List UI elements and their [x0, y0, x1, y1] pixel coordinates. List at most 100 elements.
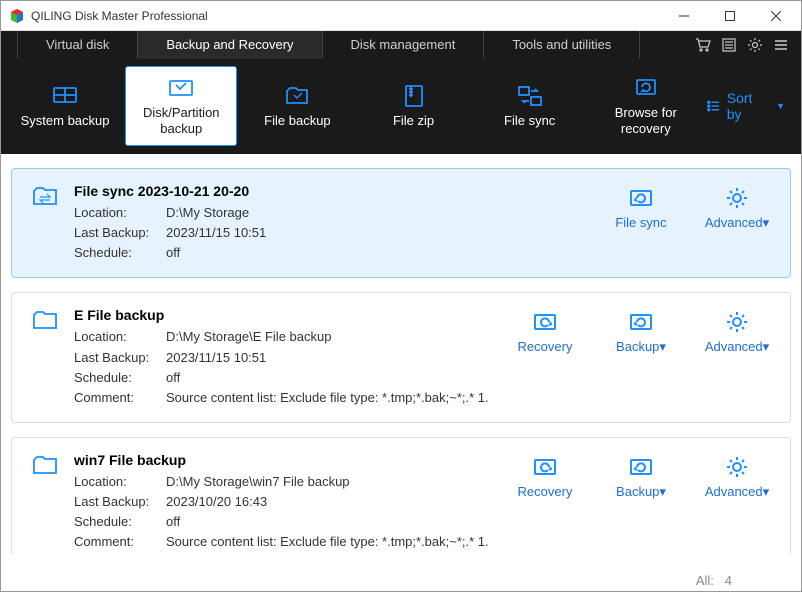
- file-backup-icon: [284, 83, 310, 109]
- task-actions: Recovery Backup▾ Advanced▾: [510, 452, 772, 553]
- action-label: Advanced▾: [705, 484, 769, 500]
- action-label: Recovery: [518, 339, 573, 354]
- task-body: E File backup Location:D:\My Storage\E F…: [74, 307, 494, 408]
- advanced-action[interactable]: Advanced▾: [702, 454, 772, 500]
- app-logo-icon: [9, 8, 25, 24]
- gear-icon: [724, 454, 750, 480]
- file-zip-icon: [401, 83, 427, 109]
- file-sync-action[interactable]: File sync: [606, 185, 676, 230]
- log-icon[interactable]: [717, 31, 741, 58]
- task-body: win7 File backup Location:D:\My Storage\…: [74, 452, 494, 553]
- location-label: Location:: [74, 203, 166, 223]
- sort-icon: [706, 98, 721, 114]
- sync-icon: [628, 185, 654, 211]
- toolbar-label: File zip: [393, 113, 434, 129]
- tab-backup-recovery[interactable]: Backup and Recovery: [138, 31, 322, 58]
- settings-icon[interactable]: [743, 31, 767, 58]
- advanced-action[interactable]: Advanced▾: [702, 185, 772, 231]
- browse-recovery-icon: [633, 75, 659, 101]
- task-item[interactable]: File sync 2023-10-21 20-20 Location:D:\M…: [11, 168, 791, 278]
- toolbar-label: Disk/Partition backup: [126, 105, 236, 136]
- tab-disk-management[interactable]: Disk management: [323, 31, 485, 58]
- schedule-value: off: [166, 243, 590, 263]
- recovery-icon: [532, 454, 558, 480]
- minimize-button[interactable]: [661, 1, 707, 31]
- folder-sync-icon: [32, 185, 58, 263]
- action-label: Recovery: [518, 484, 573, 499]
- cart-icon[interactable]: [691, 31, 715, 58]
- toolbar-label: System backup: [21, 113, 110, 129]
- schedule-label: Schedule:: [74, 243, 166, 263]
- recovery-action[interactable]: Recovery: [510, 454, 580, 499]
- footer-count: All: 4: [696, 573, 732, 588]
- backup-icon: [628, 309, 654, 335]
- schedule-value: off: [166, 512, 494, 532]
- action-label: Advanced▾: [705, 215, 769, 231]
- task-actions: Recovery Backup▾ Advanced▾: [510, 307, 772, 408]
- task-title: win7 File backup: [74, 452, 494, 468]
- toolbar-label: Browse for recovery: [590, 105, 702, 136]
- system-backup-button[interactable]: System backup: [9, 66, 121, 146]
- sort-by-label: Sort by: [727, 90, 768, 122]
- all-count: 4: [725, 573, 732, 588]
- toolbar-label: File sync: [504, 113, 555, 129]
- last-backup-label: Last Backup:: [74, 223, 166, 243]
- chevron-down-icon: ▼: [776, 101, 785, 111]
- recovery-action[interactable]: Recovery: [510, 309, 580, 354]
- task-list: File sync 2023-10-21 20-20 Location:D:\M…: [1, 154, 801, 554]
- task-actions: File sync Advanced▾: [606, 183, 772, 263]
- gear-icon: [724, 309, 750, 335]
- disk-partition-backup-button[interactable]: Disk/Partition backup: [125, 66, 237, 146]
- toolbar: System backup Disk/Partition backup File…: [1, 58, 801, 154]
- action-label: Backup▾: [616, 339, 666, 355]
- file-sync-icon: [517, 83, 543, 109]
- action-label: Backup▾: [616, 484, 666, 500]
- all-label: All:: [696, 573, 714, 588]
- action-label: Advanced▾: [705, 339, 769, 355]
- schedule-label: Schedule:: [74, 512, 166, 532]
- task-item[interactable]: E File backup Location:D:\My Storage\E F…: [11, 292, 791, 423]
- menu-icon[interactable]: [769, 31, 793, 58]
- tab-virtual-disk[interactable]: Virtual disk: [17, 31, 138, 58]
- backup-action[interactable]: Backup▾: [606, 309, 676, 355]
- system-backup-icon: [52, 83, 78, 109]
- recovery-icon: [532, 309, 558, 335]
- comment-value: Source content list: Exclude file type: …: [166, 388, 494, 408]
- titlebar: QILING Disk Master Professional: [1, 1, 801, 31]
- nav-icons: [691, 31, 801, 58]
- folder-icon: [32, 309, 58, 408]
- backup-icon: [628, 454, 654, 480]
- comment-label: Comment:: [74, 532, 166, 552]
- maximize-button[interactable]: [707, 1, 753, 31]
- advanced-action[interactable]: Advanced▾: [702, 309, 772, 355]
- task-body: File sync 2023-10-21 20-20 Location:D:\M…: [74, 183, 590, 263]
- close-button[interactable]: [753, 1, 799, 31]
- schedule-label: Schedule:: [74, 368, 166, 388]
- folder-icon: [32, 454, 58, 553]
- last-backup-value: 2023/11/15 10:51: [166, 348, 494, 368]
- file-backup-button[interactable]: File backup: [241, 66, 353, 146]
- task-title: E File backup: [74, 307, 494, 323]
- file-zip-button[interactable]: File zip: [357, 66, 469, 146]
- last-backup-value: 2023/10/20 16:43: [166, 492, 494, 512]
- comment-value: Source content list: Exclude file type: …: [166, 532, 494, 552]
- file-sync-button[interactable]: File sync: [474, 66, 586, 146]
- action-label: File sync: [615, 215, 666, 230]
- location-value: D:\My Storage\E File backup: [166, 327, 494, 347]
- comment-label: Comment:: [74, 388, 166, 408]
- schedule-value: off: [166, 368, 494, 388]
- window-title: QILING Disk Master Professional: [31, 9, 661, 23]
- task-item[interactable]: win7 File backup Location:D:\My Storage\…: [11, 437, 791, 554]
- location-value: D:\My Storage: [166, 203, 590, 223]
- tab-tools-utilities[interactable]: Tools and utilities: [484, 31, 640, 58]
- main-tabs: Virtual disk Backup and Recovery Disk ma…: [1, 31, 801, 58]
- toolbar-label: File backup: [264, 113, 330, 129]
- sort-by-button[interactable]: Sort by ▼: [706, 90, 785, 122]
- location-value: D:\My Storage\win7 File backup: [166, 472, 494, 492]
- last-backup-value: 2023/11/15 10:51: [166, 223, 590, 243]
- last-backup-label: Last Backup:: [74, 492, 166, 512]
- backup-action[interactable]: Backup▾: [606, 454, 676, 500]
- location-label: Location:: [74, 472, 166, 492]
- disk-partition-icon: [168, 75, 194, 101]
- browse-recovery-button[interactable]: Browse for recovery: [590, 66, 702, 146]
